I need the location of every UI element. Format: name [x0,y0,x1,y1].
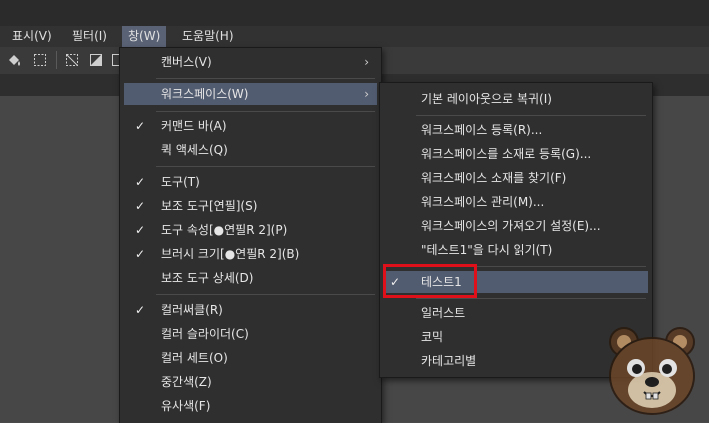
chevron-right-icon: › [364,55,369,69]
check-icon: ✓ [134,119,146,133]
bear-mascot-watermark-icon [609,327,695,415]
check-icon: ✓ [134,247,146,261]
menu-help[interactable]: 도움말(H) [176,26,240,47]
menu-divider [416,298,646,299]
menu-window[interactable]: 창(W) [122,26,167,47]
window-menu-dropdown: 캔버스(V) › 워크스페이스(W) › ✓ 커맨드 바(A) 퀵 액세스(Q)… [119,47,382,423]
menu-item-label: 캔버스(V) [161,55,212,69]
menu-item-label: 코믹 [421,330,444,344]
menu-divider [156,78,375,79]
menu-item-label: 워크스페이스를 소재로 등록(G)... [421,147,592,161]
invert-selection-icon[interactable] [88,52,104,68]
menu-view[interactable]: 표시(V) [6,26,58,47]
menu-item-color-set[interactable]: 컬러 세트(O) [124,347,377,369]
menu-item-color-slider[interactable]: 컬러 슬라이더(C) [124,323,377,345]
menu-item-label: 커맨드 바(A) [161,119,227,133]
menu-item-tool[interactable]: ✓ 도구(T) [124,171,377,193]
menu-item-workspace[interactable]: 워크스페이스(W) › [124,83,377,105]
menu-divider [156,294,375,295]
menu-item-tool-property[interactable]: ✓ 도구 속성[●연필R 2](P) [124,219,377,241]
menu-item-label: 컬러 슬라이더(C) [161,327,249,341]
menu-item-command-bar[interactable]: ✓ 커맨드 바(A) [124,115,377,137]
clear-selection-icon[interactable] [64,52,80,68]
menu-item-approximate-color[interactable]: 유사색(F) [124,395,377,417]
menu-item-reload-test1[interactable]: "테스트1"을 다시 읽기(T) [384,239,648,261]
menu-item-import-settings[interactable]: 워크스페이스의 가져오기 설정(E)... [384,215,648,237]
menu-divider [156,166,375,167]
menu-item-label: 유사색(F) [161,399,211,413]
menu-item-brush-size[interactable]: ✓ 브러시 크기[●연필R 2](B) [124,243,377,265]
menu-filter[interactable]: 필터(I) [66,26,113,47]
menu-item-find-workspace-material[interactable]: 워크스페이스 소재를 찾기(F) [384,167,648,189]
chevron-right-icon: › [364,87,369,101]
check-icon: ✓ [134,175,146,189]
menu-bar: 표시(V) 필터(I) 창(W) 도움말(H) [0,26,709,48]
menu-item-quick-access[interactable]: 퀵 액세스(Q) [124,139,377,161]
menu-item-label: 컬러써클(R) [161,303,223,317]
title-bar [0,0,709,26]
menu-item-label: 중간색(Z) [161,375,212,389]
check-icon: ✓ [134,223,146,237]
menu-item-sub-tool[interactable]: ✓ 보조 도구[연필](S) [124,195,377,217]
menu-item-label: 카테고리별 [421,354,477,368]
menu-item-color-wheel[interactable]: ✓ 컬러써클(R) [124,299,377,321]
menu-item-register-workspace[interactable]: 워크스페이스 등록(R)... [384,119,648,141]
menu-item-label: 일러스트 [421,306,466,320]
menu-item-label: 워크스페이스 등록(R)... [421,123,543,137]
menu-item-label: 보조 도구[연필](S) [161,199,258,213]
menu-item-intermediate-color[interactable]: 중간색(Z) [124,371,377,393]
annotation-highlight-box [383,264,477,298]
menu-divider [156,111,375,112]
menu-item-label: 퀵 액세스(Q) [161,143,228,157]
menu-item-label: 워크스페이스의 가져오기 설정(E)... [421,219,601,233]
menu-item-label: 워크스페이스 관리(M)... [421,195,545,209]
menu-item-label: "테스트1"을 다시 읽기(T) [421,243,553,257]
menu-divider [416,115,646,116]
menu-item-manage-workspace[interactable]: 워크스페이스 관리(M)... [384,191,648,213]
menu-item-label: 보조 도구 상세(D) [161,271,254,285]
menu-item-label: 워크스페이스(W) [161,87,249,101]
menu-item-canvas[interactable]: 캔버스(V) › [124,51,377,73]
menu-item-label: 기본 레이아웃으로 복귀(I) [421,92,552,106]
fill-bucket-icon[interactable] [6,52,22,68]
menu-item-label: 워크스페이스 소재를 찾기(F) [421,171,567,185]
menu-item-restore-default-layout[interactable]: 기본 레이아웃으로 복귀(I) [384,88,648,110]
toolbar-divider [56,51,57,69]
menu-item-label: 도구 속성[●연필R 2](P) [161,223,288,237]
menu-item-label: 컬러 세트(O) [161,351,228,365]
check-icon: ✓ [134,303,146,317]
menu-item-label: 도구(T) [161,175,200,189]
menu-item-sub-tool-detail[interactable]: 보조 도구 상세(D) [124,267,377,289]
selection-icon[interactable] [32,52,48,68]
menu-item-register-as-material[interactable]: 워크스페이스를 소재로 등록(G)... [384,143,648,165]
menu-item-label: 브러시 크기[●연필R 2](B) [161,247,300,261]
check-icon: ✓ [134,199,146,213]
